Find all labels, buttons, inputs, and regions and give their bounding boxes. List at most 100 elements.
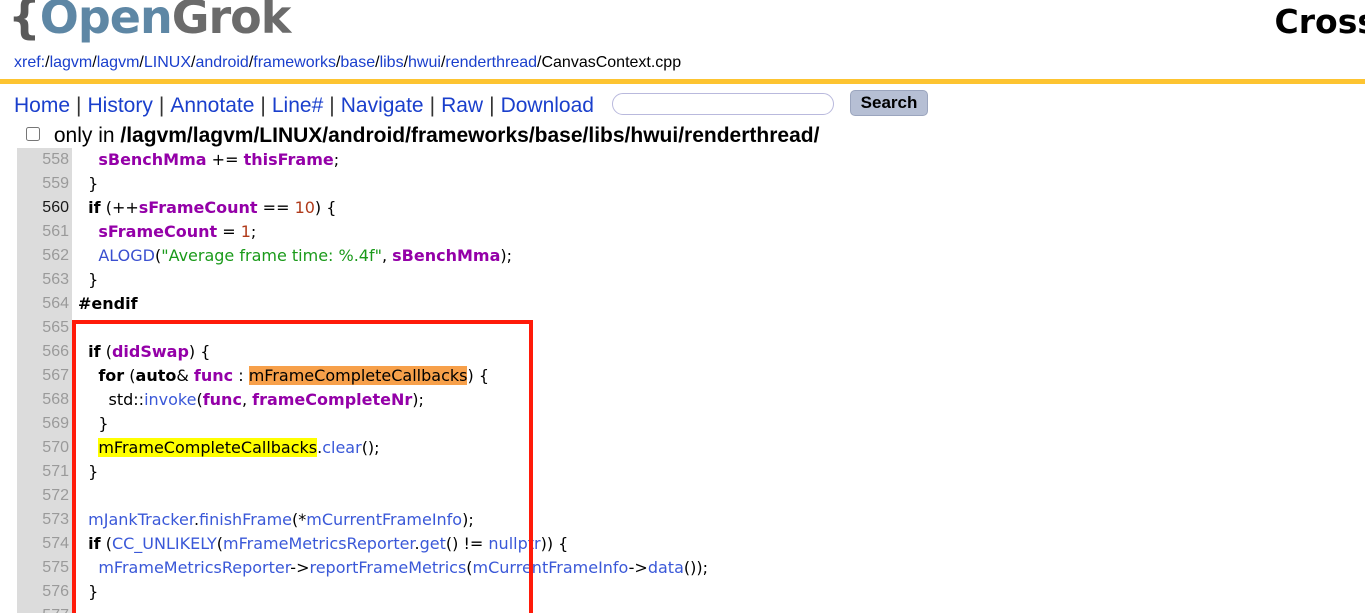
code-token: ( <box>100 534 112 553</box>
line-number[interactable]: 568 <box>17 388 69 412</box>
line-number[interactable]: 559 <box>17 172 69 196</box>
xref-segment-libs[interactable]: libs <box>380 54 404 71</box>
opengrok-logo[interactable]: {OpenGrok <box>8 0 292 44</box>
line-text: mJankTracker.finishFrame(*mCurrentFrameI… <box>78 508 474 532</box>
code-token[interactable]: nullptr <box>488 534 540 553</box>
line-text: } <box>78 460 98 484</box>
line-number[interactable]: 564 <box>17 292 69 316</box>
code-token[interactable]: CC_UNLIKELY <box>112 534 217 553</box>
search-input[interactable] <box>611 92 834 115</box>
xref-segment-android[interactable]: android <box>195 54 248 71</box>
line-number[interactable]: 560 <box>17 196 69 220</box>
code-token: auto <box>135 366 177 385</box>
line-number[interactable]: 558 <box>17 148 69 172</box>
nav-link-home[interactable]: Home <box>14 94 70 117</box>
nav-link-navigate[interactable]: Navigate <box>341 94 424 117</box>
code-token[interactable]: mFrameMetricsReporter <box>98 558 290 577</box>
xref-segment-frameworks[interactable]: frameworks <box>253 54 336 71</box>
code-token[interactable]: clear <box>322 438 361 457</box>
xref-segment-renderthread[interactable]: renderthread <box>445 54 537 71</box>
logo-grok: Grok <box>171 0 292 44</box>
only-in-path: /lagvm/lagvm/LINUX/android/frameworks/ba… <box>120 124 820 147</box>
xref-path-links[interactable]: /lagvm/lagvm/LINUX/android/frameworks/ba… <box>45 54 681 71</box>
code-line: 567 for (auto& func : mFrameCompleteCall… <box>0 364 1365 388</box>
code-token: (* <box>292 510 307 529</box>
xref-segment-hwui[interactable]: hwui <box>408 54 441 71</box>
nav-links[interactable]: Home | History | Annotate | Line# | Navigate | Raw… <box>14 94 594 117</box>
line-text: } <box>78 412 108 436</box>
xref-segment-lagvm[interactable]: lagvm <box>50 54 93 71</box>
line-number[interactable]: 561 <box>17 220 69 244</box>
nav-separator: | <box>489 94 495 117</box>
code-token[interactable]: thisFrame <box>244 150 334 169</box>
line-text: if (CC_UNLIKELY(mFrameMetricsReporter.ge… <box>78 532 568 556</box>
line-number[interactable]: 573 <box>17 508 69 532</box>
line-number[interactable]: 566 <box>17 340 69 364</box>
code-token: if <box>88 342 101 361</box>
nav-link-raw[interactable]: Raw <box>441 94 483 117</box>
code-line: 572 <box>0 484 1365 508</box>
xref-segment-lagvm[interactable]: lagvm <box>97 54 140 71</box>
code-token[interactable]: invoke <box>144 390 196 409</box>
code-token[interactable]: func <box>194 366 233 385</box>
line-number[interactable]: 570 <box>17 436 69 460</box>
code-token[interactable]: sBenchMma <box>98 150 206 169</box>
line-number[interactable]: 576 <box>17 580 69 604</box>
code-line: 561 sFrameCount = 1; <box>0 220 1365 244</box>
code-token[interactable]: data <box>648 558 684 577</box>
line-number[interactable]: 574 <box>17 532 69 556</box>
code-token[interactable]: didSwap <box>112 342 189 361</box>
source-code-view[interactable]: 558 sBenchMma += thisFrame; 559 } 560 if (… <box>0 148 1365 613</box>
code-token[interactable]: sBenchMma <box>392 246 500 265</box>
code-token: ()); <box>683 558 708 577</box>
xref-segment-base[interactable]: base <box>340 54 375 71</box>
code-token[interactable]: sFrameCount <box>139 198 258 217</box>
nav-link-download[interactable]: Download <box>501 94 594 117</box>
xref-filename: CanvasContext.cpp <box>541 54 682 71</box>
code-token[interactable]: reportFrameMetrics <box>309 558 466 577</box>
line-text: for (auto& func : mFrameCompleteCallback… <box>78 364 489 388</box>
code-token: ( <box>124 366 136 385</box>
line-text: ALOGD("Average frame time: %.4f", sBench… <box>78 244 512 268</box>
line-number[interactable]: 567 <box>17 364 69 388</box>
highlighted-token: mFrameCompleteCallbacks <box>248 366 468 385</box>
code-line: 575 mFrameMetricsReporter->reportFrameMe… <box>0 556 1365 580</box>
nav-separator: | <box>329 94 335 117</box>
line-number[interactable]: 575 <box>17 556 69 580</box>
code-token[interactable]: mJankTracker <box>88 510 194 529</box>
code-token: += <box>206 150 244 169</box>
line-number[interactable]: 571 <box>17 460 69 484</box>
code-token: if <box>88 198 101 217</box>
code-token[interactable]: mCurrentFrameInfo <box>473 558 629 577</box>
line-number[interactable]: 577 <box>17 604 69 613</box>
nav-link-history[interactable]: History <box>88 94 153 117</box>
code-token: "Average frame time: %.4f" <box>161 246 382 265</box>
code-token[interactable]: func <box>203 390 242 409</box>
line-number[interactable]: 572 <box>17 484 69 508</box>
code-token: ; <box>333 150 340 169</box>
code-token: ); <box>462 510 474 529</box>
code-token[interactable]: sFrameCount <box>98 222 217 241</box>
search-button[interactable]: Search <box>849 90 929 116</box>
code-token[interactable]: mCurrentFrameInfo <box>306 510 462 529</box>
line-number[interactable]: 562 <box>17 244 69 268</box>
code-token[interactable]: get <box>420 534 446 553</box>
line-number[interactable]: 565 <box>17 316 69 340</box>
line-text: if (++sFrameCount == 10) { <box>78 196 336 220</box>
only-in-checkbox[interactable] <box>26 127 40 141</box>
code-token[interactable]: finishFrame <box>199 510 292 529</box>
line-number[interactable]: 569 <box>17 412 69 436</box>
code-token[interactable]: mFrameMetricsReporter <box>223 534 415 553</box>
highlighted-token: mFrameCompleteCallbacks <box>98 438 318 457</box>
line-number[interactable]: 563 <box>17 268 69 292</box>
page-header: {OpenGrok Cross <box>0 0 1365 52</box>
nav-link-annotate[interactable]: Annotate <box>170 94 254 117</box>
code-token[interactable]: frameCompleteNr <box>252 390 412 409</box>
code-token[interactable]: ALOGD <box>98 246 155 265</box>
nav-link-line[interactable]: Line# <box>272 94 323 117</box>
xref-segment-LINUX[interactable]: LINUX <box>144 54 191 71</box>
